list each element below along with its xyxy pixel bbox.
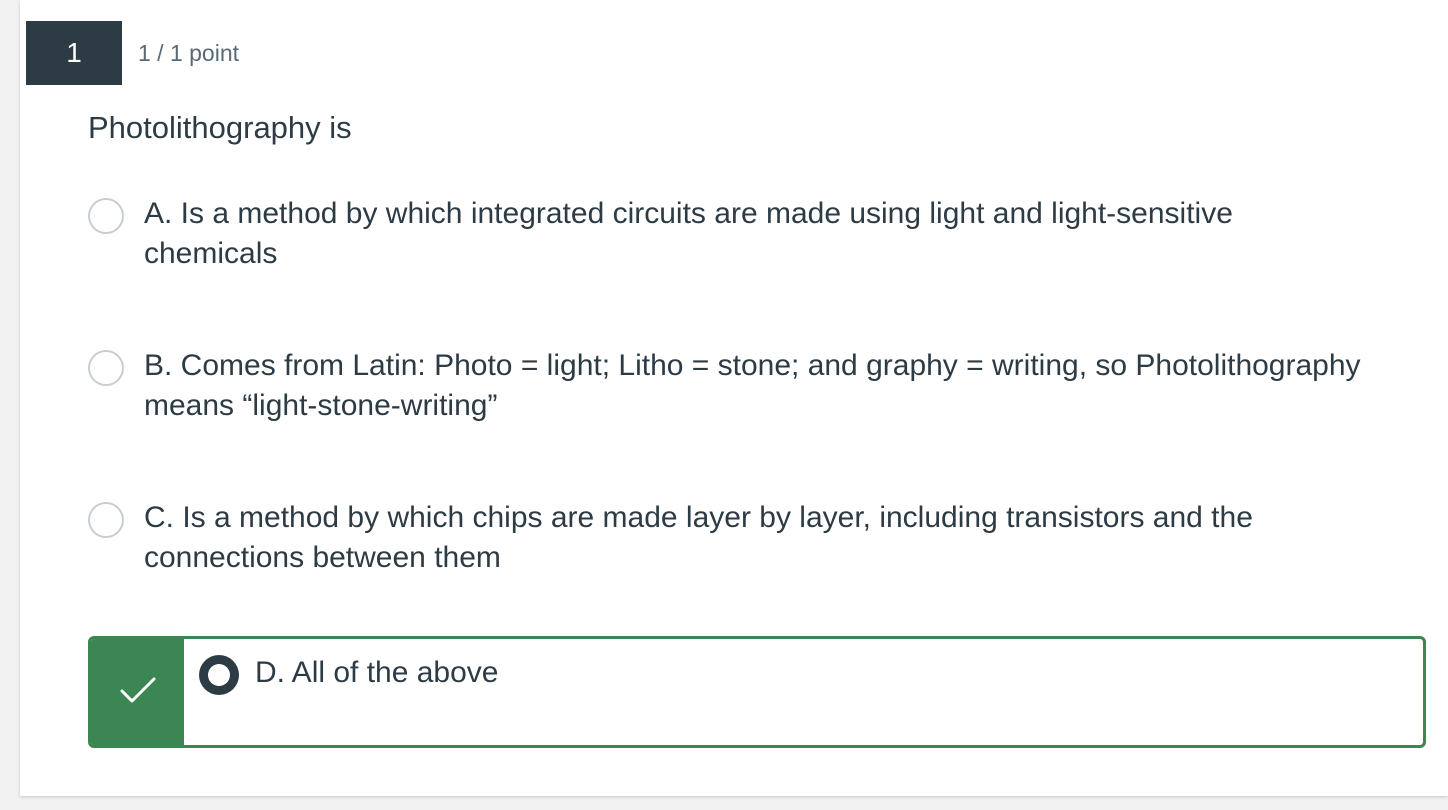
question-prompt: Photolithography is: [88, 110, 352, 145]
answer-option-c[interactable]: C. Is a method by which chips are made l…: [88, 501, 1428, 578]
answer-option-c-line2: connections between them: [144, 541, 501, 574]
answer-option-b-text: B. Comes from Latin: Photo = light; Lith…: [144, 346, 1361, 426]
radio-button-a[interactable]: [88, 198, 124, 234]
answer-option-a-text: A. Is a method by which integrated circu…: [144, 194, 1233, 274]
answer-option-a-line2: chemicals: [144, 237, 278, 270]
answer-option-c-text: C. Is a method by which chips are made l…: [144, 498, 1253, 578]
answer-option-a[interactable]: A. Is a method by which integrated circu…: [88, 197, 1428, 274]
answer-option-a-line1: A. Is a method by which integrated circu…: [144, 197, 1233, 230]
radio-button-d-selected[interactable]: [199, 655, 239, 695]
question-number-badge: 1: [26, 21, 122, 85]
radio-button-b[interactable]: [88, 350, 124, 386]
answer-option-b-line1: B. Comes from Latin: Photo = light; Lith…: [144, 349, 1361, 382]
radio-button-c[interactable]: [88, 502, 124, 538]
answer-option-c-line1: C. Is a method by which chips are made l…: [144, 501, 1253, 534]
answer-option-d-correct[interactable]: D. All of the above: [88, 636, 1426, 748]
answer-option-b[interactable]: B. Comes from Latin: Photo = light; Lith…: [88, 349, 1428, 426]
checkmark-icon: [120, 676, 156, 709]
correct-answer-flag: [91, 639, 184, 745]
answer-option-d[interactable]: D. All of the above: [199, 655, 499, 695]
answer-option-b-line2: means “light-stone-writing”: [144, 389, 498, 422]
question-points: 1 / 1 point: [138, 40, 240, 66]
question-card: 1 1 / 1 point Photolithography is A. Is …: [20, 0, 1448, 796]
answer-option-d-text: D. All of the above: [255, 656, 499, 689]
